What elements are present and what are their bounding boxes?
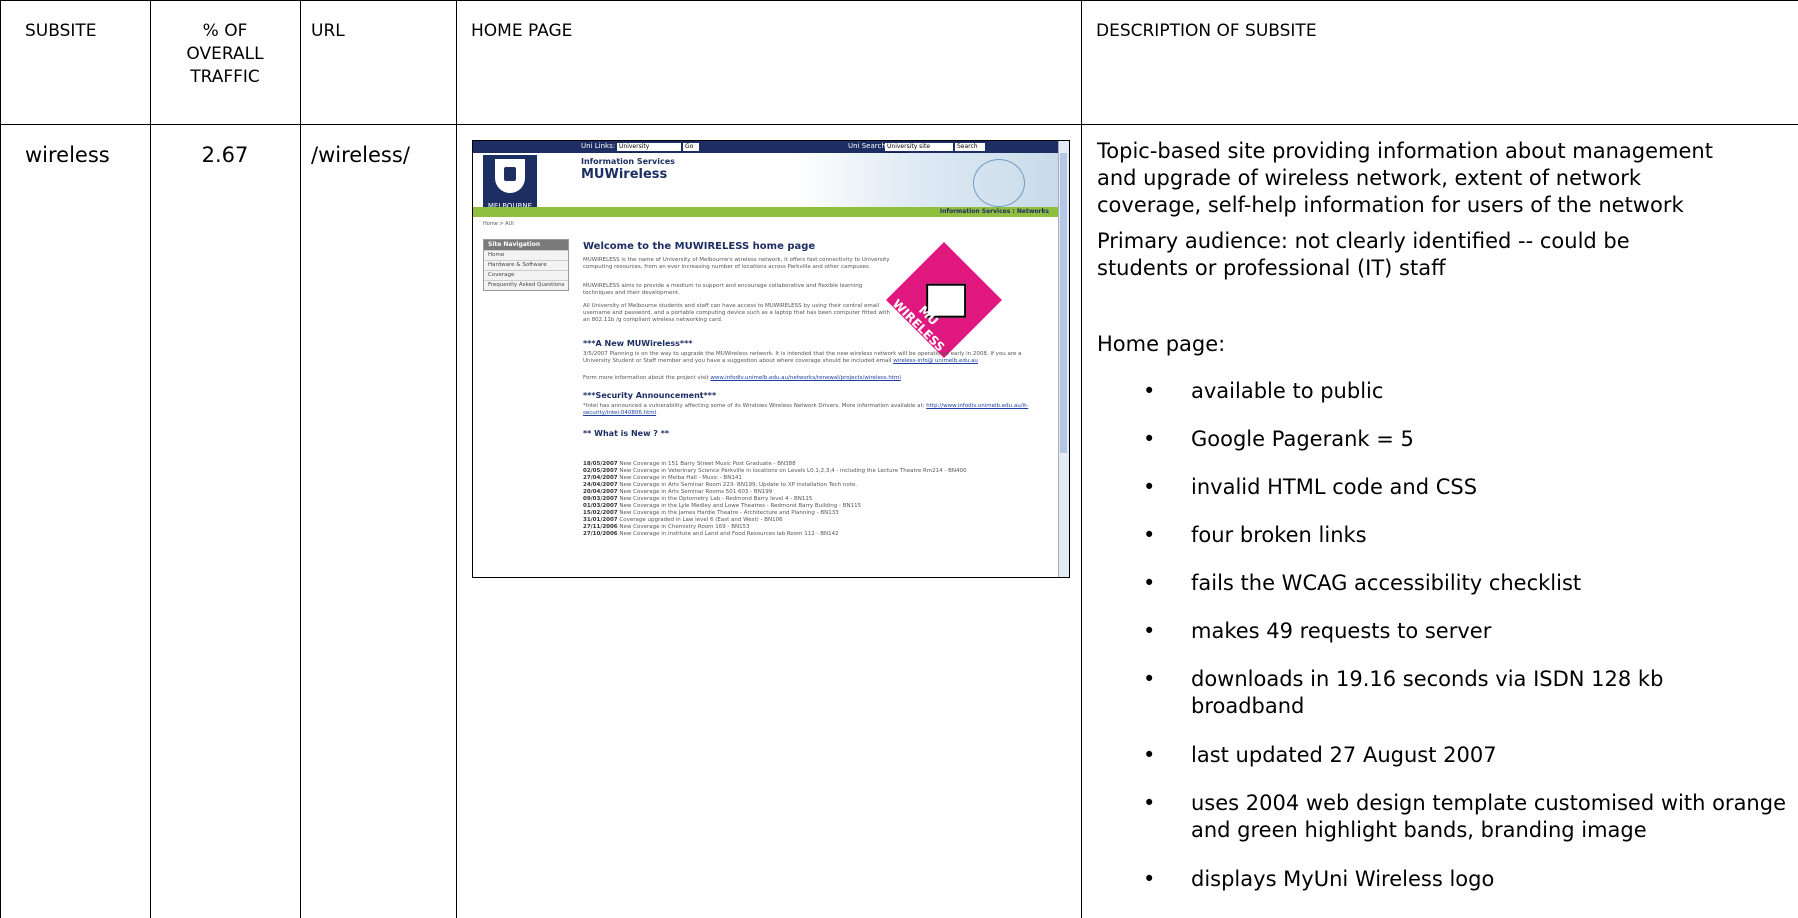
list-item: • downloads in 19.16 seconds via ISDN 128… [1143,667,1664,718]
uni-search-box: University site search [885,143,953,158]
primary-audience: Primary audience: not clearly identified… [1097,229,1630,280]
welcome-heading: Welcome to the MUWIRELESS home page [583,241,816,252]
header-home-page: HOME PAGE [471,21,573,41]
subsite-description: Topic-based site providing information a… [1097,139,1713,217]
list-item: 27/10/2006 New Coverage in Institute and… [583,531,839,537]
list-item: 18/05/2007 New Coverage in 151 Barry Str… [583,461,796,467]
list-item: • available to public [1143,379,1384,403]
search-button: Search [955,143,985,151]
list-item: • makes 49 requests to server [1143,619,1492,643]
list-item: • Google Pagerank = 5 [1143,427,1414,451]
scrollbar [1058,141,1069,577]
list-item: • invalid HTML code and CSS [1143,475,1478,499]
mu-wireless-logo: MU WIRELESS [886,242,1002,358]
list-item: • fails the WCAG accessibility checklist [1143,571,1582,595]
subsite-name: wireless [25,143,110,167]
list-item: 20/04/2007 New Coverage in Arts Seminar … [583,489,773,495]
list-item: 27/11/2006 New Coverage in Chemistry Roo… [583,524,750,530]
list-item: • displays MyUni Wireless logo [1143,867,1495,891]
list-item: 01/03/2007 New Coverage in the Lyle Medl… [583,503,862,509]
project-link: www.infodiv.unimelb.edu.au/networks/rene… [710,375,901,381]
home-page-screenshot: Uni Links: University Homepage Go Uni Se… [472,140,1070,578]
list-item: 24/04/2007 New Coverage in Arts Seminar … [583,482,858,488]
site-title: MUWireless [581,167,668,182]
list-item: • uses 2004 web design template customise… [1143,791,1786,842]
list-item: 02/05/2007 New Coverage in Veterinary Sc… [583,468,967,474]
branding-image [973,159,1025,207]
list-item: • four broken links [1143,523,1367,547]
subsite-url: /wireless/ [311,143,410,167]
university-logo: MELBOURNE [483,155,537,211]
uni-links-bar: Uni Links: University Homepage Go Uni Se… [473,141,1059,158]
green-band: Information Services : Networks [473,207,1059,217]
updates-list: 18/05/2007 New Coverage in 151 Barry Str… [583,461,1053,538]
email-link: wireless-info@ unimelb.edu.au [893,358,978,364]
list-item: 27/04/2007 New Coverage in Melba Hall - … [583,475,742,481]
header-subsite: SUBSITE [25,21,97,41]
go-button: Go [683,143,699,151]
breadcrumb: Home > AUI [483,221,514,227]
header-url: URL [311,21,345,41]
home-page-label: Home page: [1097,332,1226,356]
bullet-list: • available to public • Google Pagerank = … [1097,378,1797,906]
list-item: • last updated 27 August 2007 [1143,743,1497,767]
header-traffic: % OF OVERALL TRAFFIC [186,21,264,87]
list-item: 31/01/2007 Coverage upgraded in Law leve… [583,517,783,523]
list-item: 15/02/2007 New Coverage in the James Har… [583,510,839,516]
site-navigation: Site Navigation Home Hardware & Software… [483,239,569,291]
list-item: 09/03/2007 New Coverage in the Optometry… [583,496,813,502]
header-description: DESCRIPTION OF SUBSITE [1096,21,1317,41]
traffic-value: 2.67 [201,143,249,167]
uni-links-select: University Homepage [617,143,681,158]
crest-icon [495,159,525,193]
